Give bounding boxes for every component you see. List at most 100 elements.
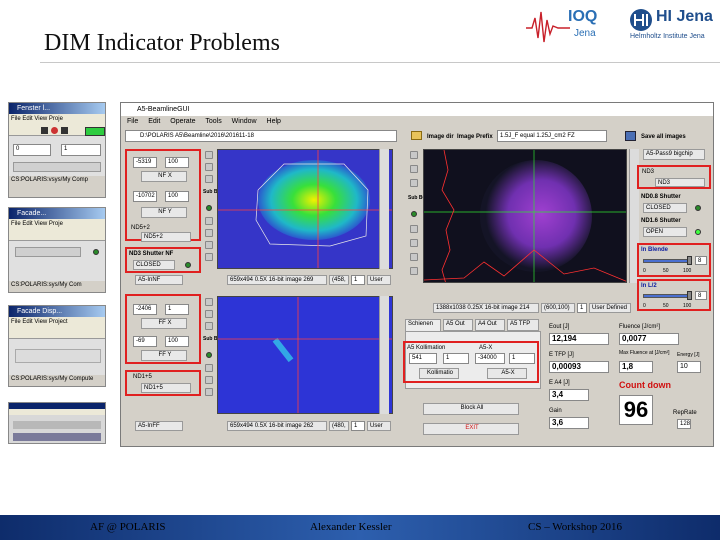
nf-x-button[interactable]: NF X: [141, 171, 187, 182]
ff-zoom-out-icon[interactable]: [205, 310, 213, 318]
ff-camera-select[interactable]: A5-InFF: [135, 421, 183, 431]
ff-cursor-icon[interactable]: [205, 364, 213, 372]
block-all-button[interactable]: Block All: [423, 403, 519, 415]
nf-x-step[interactable]: 100: [165, 157, 189, 168]
ff-y-value[interactable]: -69: [133, 336, 157, 347]
ff-y-step[interactable]: 100: [165, 336, 189, 347]
ff-x-step[interactable]: 1: [165, 304, 189, 315]
a5x-button[interactable]: A5-X: [487, 368, 527, 379]
center-oval-icon[interactable]: [410, 267, 418, 275]
max-fluence-value[interactable]: 1,8: [619, 361, 653, 373]
nf-y-step[interactable]: 100: [165, 191, 189, 202]
tab-schienen[interactable]: Schienen: [405, 319, 441, 331]
ff-image-display[interactable]: [217, 296, 393, 414]
mini-slider[interactable]: [15, 247, 81, 257]
ff-zoom-in-icon[interactable]: [205, 298, 213, 306]
center-image-display[interactable]: [423, 149, 627, 283]
blende-slider[interactable]: [643, 259, 689, 263]
run-icon[interactable]: [41, 127, 48, 134]
kollimation-button[interactable]: Kollimatio: [419, 368, 459, 379]
menu-help[interactable]: Help: [267, 118, 281, 125]
pause-icon[interactable]: [61, 127, 68, 134]
nf-zoom[interactable]: 1: [351, 275, 365, 285]
gui-menubar[interactable]: File Edit Operate Tools Window Help: [121, 116, 713, 127]
kollimation-value[interactable]: 541: [409, 353, 437, 364]
tab-a4-out[interactable]: A4 Out: [475, 319, 505, 331]
exit-button[interactable]: EXIT: [423, 423, 519, 435]
ff-user-select[interactable]: User: [367, 421, 391, 431]
a5x-value[interactable]: -34000: [475, 353, 505, 364]
mini-value-field-2[interactable]: 1: [61, 144, 101, 156]
center-crosshair-icon[interactable]: [410, 179, 418, 187]
ff-zoom[interactable]: 1: [351, 421, 365, 431]
ff-x-button[interactable]: FF X: [141, 318, 187, 329]
nd1-select[interactable]: ND1+5: [141, 383, 191, 393]
nf-user-select[interactable]: User: [367, 275, 391, 285]
reprate-value[interactable]: 128: [677, 419, 691, 429]
nf-sub-bg-led[interactable]: [206, 205, 212, 211]
l2-value[interactable]: 8: [695, 291, 707, 300]
mini-window-2[interactable]: Facade... File Edit View Proje CS:POLARI…: [8, 207, 106, 293]
a5x-step[interactable]: 1: [509, 353, 535, 364]
mini-window-1[interactable]: Fenster l... File Edit View Proje 0 1 CS…: [8, 102, 106, 198]
mini-window-3-toolbar[interactable]: [9, 327, 105, 339]
ff-crosshair-icon[interactable]: [205, 322, 213, 330]
l2-slider-thumb[interactable]: [687, 291, 692, 300]
zoom-in-icon[interactable]: [205, 151, 213, 159]
rect-select-icon[interactable]: [205, 241, 213, 249]
menu-operate[interactable]: Operate: [170, 118, 195, 125]
mini-value-field[interactable]: 0: [13, 144, 51, 156]
ff-rect-select-icon[interactable]: [205, 388, 213, 396]
tab-a5-out[interactable]: A5 Out: [443, 319, 473, 331]
nf-y-value[interactable]: -10702: [133, 191, 157, 202]
nd16-shutter-state[interactable]: OPEN: [643, 227, 687, 237]
center-zoom-out-icon[interactable]: [410, 165, 418, 173]
mini-control-row[interactable]: [13, 162, 101, 172]
save-icon[interactable]: [625, 131, 636, 141]
l2-slider[interactable]: [643, 294, 689, 298]
nd5-select[interactable]: ND5+2: [141, 232, 191, 242]
ff-y-button[interactable]: FF Y: [141, 350, 187, 361]
nf-x-value[interactable]: -5319: [133, 157, 157, 168]
path-field[interactable]: D:\POLARIS A5\Beamline\2016\201611-18: [125, 130, 397, 142]
camera-select[interactable]: A5-Pass9 bigchip: [643, 149, 705, 160]
hand-icon[interactable]: [205, 229, 213, 237]
nd08-shutter-state[interactable]: CLOSED: [643, 203, 687, 213]
nf-image-display[interactable]: [217, 149, 393, 269]
menu-file[interactable]: File: [127, 118, 138, 125]
menu-tools[interactable]: Tools: [205, 118, 221, 125]
center-sub-bg-led[interactable]: [411, 211, 417, 217]
nd3-shutter-nf-state[interactable]: CLOSED: [133, 260, 175, 270]
ff-sub-bg-led[interactable]: [206, 352, 212, 358]
mini-window-3[interactable]: Facade Disp... File Edit View Project CS…: [8, 305, 106, 387]
save-all-images-label[interactable]: Save all images: [641, 133, 686, 141]
ff-hand-icon[interactable]: [205, 376, 213, 384]
mini-window-2-menu[interactable]: File Edit View Proje: [9, 219, 105, 229]
nf-camera-select[interactable]: A5-InNF: [135, 275, 183, 285]
image-prefix-field[interactable]: 1.5J_F equal 1.25J_cm2 FZ: [497, 130, 607, 142]
mini-window-3-menu[interactable]: File Edit View Project: [9, 317, 105, 327]
center-user-select[interactable]: User Defined: [589, 303, 631, 313]
center-zoom[interactable]: 1: [577, 303, 587, 313]
ff-x-value[interactable]: -2406: [133, 304, 157, 315]
center-zoom-in-icon[interactable]: [410, 151, 418, 159]
nd3-select[interactable]: ND3: [655, 178, 705, 187]
nf-scrollbar[interactable]: [379, 149, 389, 269]
energy-value[interactable]: 10: [677, 361, 701, 373]
blende-slider-thumb[interactable]: [687, 256, 692, 265]
blende-value[interactable]: 8: [695, 256, 707, 265]
crosshair-icon[interactable]: [205, 175, 213, 183]
mini-window-1-toolbar[interactable]: [9, 124, 105, 136]
center-hand-icon[interactable]: [410, 239, 418, 247]
center-cursor-icon[interactable]: [410, 225, 418, 233]
oval-select-icon[interactable]: [205, 253, 213, 261]
mini-window-2-toolbar[interactable]: [9, 229, 105, 241]
cursor-icon[interactable]: [205, 217, 213, 225]
nf-y-button[interactable]: NF Y: [141, 207, 187, 218]
ff-scrollbar[interactable]: [379, 296, 389, 414]
menu-window[interactable]: Window: [232, 118, 257, 125]
folder-icon[interactable]: [411, 131, 422, 140]
stop-icon[interactable]: [51, 127, 58, 134]
center-rect-icon[interactable]: [410, 253, 418, 261]
menu-edit[interactable]: Edit: [148, 118, 160, 125]
